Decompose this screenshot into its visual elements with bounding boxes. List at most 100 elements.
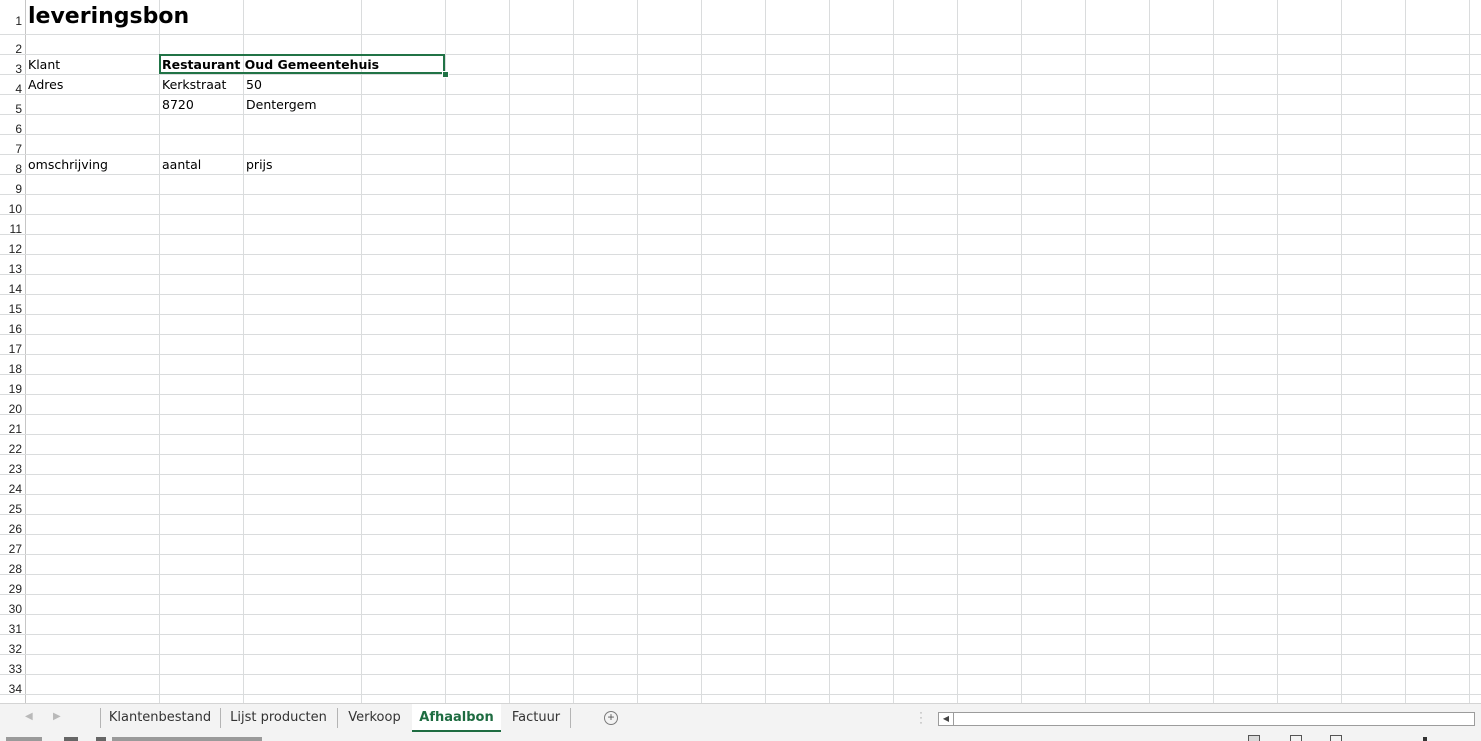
row-gridline [0, 694, 1481, 695]
row-header[interactable]: 26 [0, 515, 25, 536]
row-header[interactable]: 15 [0, 295, 25, 316]
row-header[interactable]: 20 [0, 395, 25, 416]
macro-icon[interactable] [64, 737, 78, 741]
row-gridline [0, 154, 1481, 155]
tab-lijst-producten[interactable]: Lijst producten [221, 704, 336, 732]
tab-separator [570, 708, 571, 728]
cell-c5[interactable]: Dentergem [243, 95, 317, 115]
row-header[interactable]: 7 [0, 135, 25, 156]
row-gridline [0, 454, 1481, 455]
row-header[interactable]: 32 [0, 635, 25, 656]
row-header[interactable]: 34 [0, 675, 25, 696]
row-gridline [0, 274, 1481, 275]
row-header[interactable]: 12 [0, 235, 25, 256]
row-gridline [0, 534, 1481, 535]
column-gridline [1213, 0, 1214, 703]
row-header[interactable]: 8 [0, 155, 25, 176]
nav-right-icon[interactable]: ▶ [53, 711, 61, 722]
tab-afhaalbon[interactable]: Afhaalbon [412, 704, 501, 732]
page-layout-view-icon[interactable] [1290, 735, 1302, 741]
column-gridline [361, 0, 362, 703]
row-gridline [0, 354, 1481, 355]
column-gridline [573, 0, 574, 703]
sheet-title-cell[interactable]: leveringsbon [28, 0, 189, 34]
status-text-fragment [6, 737, 42, 741]
tab-verkoop[interactable]: Verkoop [338, 704, 411, 732]
row-header[interactable]: 23 [0, 455, 25, 476]
row-gridline [0, 394, 1481, 395]
row-header[interactable]: 18 [0, 355, 25, 376]
row-header[interactable]: 3 [0, 55, 25, 76]
row-header[interactable]: 29 [0, 575, 25, 596]
row-header[interactable]: 24 [0, 475, 25, 496]
row-header[interactable]: 2 [0, 35, 25, 56]
row-gridline [0, 594, 1481, 595]
row-gridline [0, 574, 1481, 575]
cell-b8[interactable]: aantal [159, 155, 201, 175]
row-gridline [0, 374, 1481, 375]
page-break-view-icon[interactable] [1330, 735, 1342, 741]
column-gridline [1405, 0, 1406, 703]
column-gridline [637, 0, 638, 703]
row-gridline [0, 234, 1481, 235]
row-header[interactable]: 28 [0, 555, 25, 576]
zoom-slider-thumb[interactable] [1423, 737, 1427, 741]
cell-b4[interactable]: Kerkstraat [159, 75, 226, 95]
row-header[interactable]: 10 [0, 195, 25, 216]
row-gridline [0, 134, 1481, 135]
row-header[interactable]: 21 [0, 415, 25, 436]
row-gridline [0, 434, 1481, 435]
splitter-dots-icon[interactable]: · · · [919, 706, 923, 728]
fill-handle[interactable] [442, 71, 449, 78]
column-gridline [957, 0, 958, 703]
row-header[interactable]: 25 [0, 495, 25, 516]
row-header[interactable]: 27 [0, 535, 25, 556]
column-gridline [1021, 0, 1022, 703]
sheet-tab-bar: ◀ ▶ Klantenbestand Lijst producten Verko… [0, 703, 1481, 732]
cell-a8[interactable]: omschrijving [25, 155, 108, 175]
row-gridline [0, 654, 1481, 655]
row-gridline [0, 174, 1481, 175]
row-gridline [0, 674, 1481, 675]
tab-factuur[interactable]: Factuur [502, 704, 570, 732]
scroll-left-icon[interactable]: ◀ [939, 713, 954, 725]
column-gridline [1277, 0, 1278, 703]
row-gridline [0, 514, 1481, 515]
row-header[interactable]: 13 [0, 255, 25, 276]
row-gridline [0, 294, 1481, 295]
tab-klantenbestand[interactable]: Klantenbestand [101, 704, 219, 732]
horizontal-scrollbar[interactable]: ◀ [938, 712, 1475, 726]
cell-c4[interactable]: 50 [243, 75, 262, 95]
row-header[interactable]: 9 [0, 175, 25, 196]
column-gridline [1469, 0, 1470, 703]
column-gridline [445, 0, 446, 703]
plus-circle-icon[interactable]: + [604, 711, 618, 725]
row-header[interactable]: 22 [0, 435, 25, 456]
row-header[interactable]: 17 [0, 335, 25, 356]
row-header[interactable]: 5 [0, 95, 25, 116]
column-gridline [1149, 0, 1150, 703]
selected-cell-border [159, 54, 445, 74]
row-header[interactable]: 4 [0, 75, 25, 96]
row-header[interactable]: 31 [0, 615, 25, 636]
row-header[interactable]: 11 [0, 215, 25, 236]
cell-a3[interactable]: Klant [25, 55, 60, 75]
cell-b5[interactable]: 8720 [159, 95, 194, 115]
row-header[interactable]: 14 [0, 275, 25, 296]
nav-left-icon[interactable]: ◀ [25, 711, 33, 722]
status-bar [0, 732, 1481, 741]
row-header[interactable]: 33 [0, 655, 25, 676]
row-header[interactable]: 30 [0, 595, 25, 616]
row-header[interactable]: 19 [0, 375, 25, 396]
spreadsheet-grid[interactable]: 1 2 3 4 5 6 7 8 9 10 11 12 13 14 15 16 17 18 19 20 21 22 23 24 2… [0, 0, 1481, 703]
cell-c8[interactable]: prijs [243, 155, 273, 175]
row-header[interactable]: 16 [0, 315, 25, 336]
normal-view-icon[interactable] [1248, 735, 1260, 741]
cell-a4[interactable]: Adres [25, 75, 63, 95]
row-header[interactable]: 6 [0, 115, 25, 136]
row-gridline [0, 334, 1481, 335]
row-header[interactable]: 1 [0, 0, 25, 35]
accessibility-icon[interactable] [96, 737, 106, 741]
row-gridline [0, 634, 1481, 635]
row-gridline [0, 254, 1481, 255]
